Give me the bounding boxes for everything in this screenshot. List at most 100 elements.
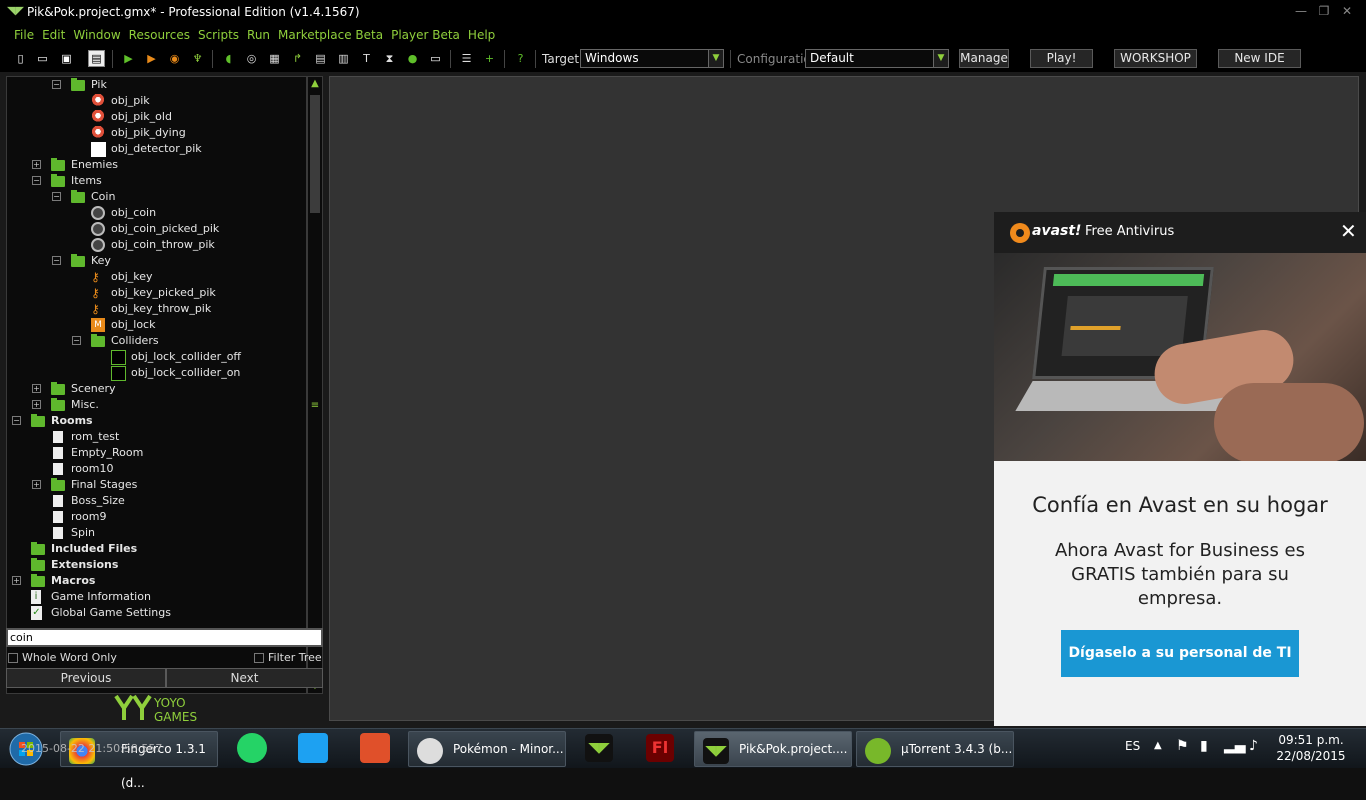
tree-item[interactable]: obj_lock_collider_off (7, 349, 306, 365)
flash-icon[interactable]: Fl (646, 734, 674, 762)
menu-resources[interactable]: Resources (125, 24, 194, 46)
tree-item[interactable]: − Rooms (7, 413, 306, 429)
add-sound-icon[interactable]: ◎ (243, 50, 260, 67)
taskbar-item-pokemon[interactable]: Pokémon - Minor... (408, 731, 566, 767)
menu-edit[interactable]: Edit (38, 24, 69, 46)
add-path-icon[interactable]: ↱ (289, 50, 306, 67)
tree-item[interactable]: obj_pik_dying (7, 125, 306, 141)
menu-player-beta[interactable]: Player Beta (387, 24, 464, 46)
expand-icon[interactable]: + (12, 576, 21, 585)
tree-item[interactable]: obj_coin (7, 205, 306, 221)
expand-icon[interactable]: + (32, 160, 41, 169)
tree-item[interactable]: Spin (7, 525, 306, 541)
tree-item[interactable]: Extensions (7, 557, 306, 573)
tree-item[interactable]: + Scenery (7, 381, 306, 397)
bookmark-app-icon[interactable] (360, 733, 390, 763)
add-font-icon[interactable]: T (358, 50, 375, 67)
tree-item[interactable]: + Final Stages (7, 477, 306, 493)
tree-item[interactable]: Boss_Size (7, 493, 306, 509)
tree-item[interactable]: obj_coin_throw_pik (7, 237, 306, 253)
add-background-icon[interactable]: ▦ (266, 50, 283, 67)
network-icon[interactable]: ▂▄ (1224, 738, 1246, 754)
help-icon[interactable]: ? (512, 50, 529, 67)
configuration-select[interactable]: Default ▼ (805, 49, 949, 68)
resource-tree[interactable]: − Pik obj_pik obj_pik_old obj_pik_dying obj_d… (6, 76, 307, 694)
clock-date[interactable]: 22/08/2015 (1276, 749, 1346, 763)
close-icon[interactable]: ✕ (1340, 220, 1357, 242)
minimize-icon[interactable]: — (1290, 2, 1312, 20)
collapse-icon[interactable]: − (52, 256, 61, 265)
filter-tree-checkbox[interactable] (254, 653, 264, 663)
collapse-icon[interactable]: − (32, 176, 41, 185)
menu-help[interactable]: Help (464, 24, 499, 46)
chevron-down-icon[interactable]: ▼ (933, 50, 948, 67)
tree-item[interactable]: rom_test (7, 429, 306, 445)
collapse-icon[interactable]: − (52, 80, 61, 89)
tree-scrollbar[interactable]: ▲ ≡ ▼ (307, 76, 323, 694)
tree-item[interactable]: Included Files (7, 541, 306, 557)
add-icon[interactable]: + (481, 50, 498, 67)
twitter-icon[interactable] (298, 733, 328, 763)
tree-item[interactable]: + Misc. (7, 397, 306, 413)
debug-icon[interactable]: ▶ (143, 50, 160, 67)
tree-item[interactable]: + Macros (7, 573, 306, 589)
new-file-icon[interactable]: ▯ (12, 50, 29, 67)
taskbar-item-fingerco[interactable]: Fingerco 1.3.1 (d... 2015-08-22 21:50:58… (21, 731, 218, 790)
tree-item[interactable]: ⚷ obj_key_throw_pik (7, 301, 306, 317)
clean-icon[interactable]: ♆ (189, 50, 206, 67)
previous-button[interactable]: Previous (6, 668, 166, 688)
tree-item[interactable]: obj_lock_collider_on (7, 365, 306, 381)
tree-item[interactable]: − Pik (7, 77, 306, 93)
tree-item[interactable]: obj_pik (7, 93, 306, 109)
add-object-icon[interactable]: ● (404, 50, 421, 67)
add-sprite-icon[interactable]: ◖ (220, 50, 237, 67)
menu-scripts[interactable]: Scripts (194, 24, 243, 46)
maximize-icon[interactable]: ❐ (1313, 2, 1335, 20)
menu-window[interactable]: Window (69, 24, 124, 46)
tree-item[interactable]: Mobj_lock (7, 317, 306, 333)
tree-item[interactable]: obj_detector_pik (7, 141, 306, 157)
expand-icon[interactable]: + (32, 480, 41, 489)
tree-item[interactable]: − Coin (7, 189, 306, 205)
tree-item[interactable]: − Items (7, 173, 306, 189)
add-shader-icon[interactable]: ▥ (335, 50, 352, 67)
scroll-thumb[interactable] (310, 95, 320, 213)
tree-item[interactable]: room9 (7, 509, 306, 525)
workshop-button[interactable]: WORKSHOP (1114, 49, 1197, 68)
taskbar-item-utorrent[interactable]: µTorrent 3.4.3 (b... (856, 731, 1014, 767)
collapse-icon[interactable]: − (12, 416, 21, 425)
add-timeline-icon[interactable]: ⧗ (381, 50, 398, 67)
list-icon[interactable]: ☰ (458, 50, 475, 67)
new-ide-button[interactable]: New IDE (1218, 49, 1301, 68)
volume-icon[interactable]: ♪ (1249, 738, 1258, 754)
open-folder-icon[interactable]: ▭ (34, 50, 51, 67)
tree-item[interactable]: ⚷ obj_key_picked_pik (7, 285, 306, 301)
manage-button[interactable]: Manage (959, 49, 1009, 68)
show-hidden-icons-icon[interactable]: ▲ (1154, 740, 1162, 751)
play-button[interactable]: Play! (1030, 49, 1093, 68)
expand-icon[interactable]: + (32, 384, 41, 393)
tree-item[interactable]: ⚷ obj_key (7, 269, 306, 285)
collapse-icon[interactable]: − (72, 336, 81, 345)
tree-item[interactable]: − Key (7, 253, 306, 269)
action-center-flag-icon[interactable]: ⚑ (1176, 738, 1189, 754)
run-icon[interactable]: ▶ (120, 50, 137, 67)
tree-item[interactable]: room10 (7, 461, 306, 477)
chevron-down-icon[interactable]: ▼ (708, 50, 723, 67)
tree-item[interactable]: − Colliders (7, 333, 306, 349)
power-icon[interactable]: ▮ (1200, 738, 1208, 754)
clock-time[interactable]: 09:51 p.m. (1276, 733, 1346, 747)
stop-icon[interactable]: ◉ (166, 50, 183, 67)
add-script-icon[interactable]: ▤ (312, 50, 329, 67)
tree-item[interactable]: obj_coin_picked_pik (7, 221, 306, 237)
tree-item[interactable]: i Game Information (7, 589, 306, 605)
menu-file[interactable]: File (10, 24, 38, 46)
tree-item[interactable]: ✓ Global Game Settings (7, 605, 306, 621)
language-indicator[interactable]: ES (1125, 739, 1140, 753)
collapse-icon[interactable]: − (52, 192, 61, 201)
menu-run[interactable]: Run (243, 24, 274, 46)
gamemaker-taskbar-icon[interactable]: ◥◤ (585, 734, 613, 762)
taskbar-item-gamemaker[interactable]: ◥◤ Pik&Pok.project.... (694, 731, 852, 767)
scroll-up-icon[interactable]: ▲ (308, 77, 322, 91)
create-executable-icon[interactable]: ▤ (88, 50, 105, 67)
